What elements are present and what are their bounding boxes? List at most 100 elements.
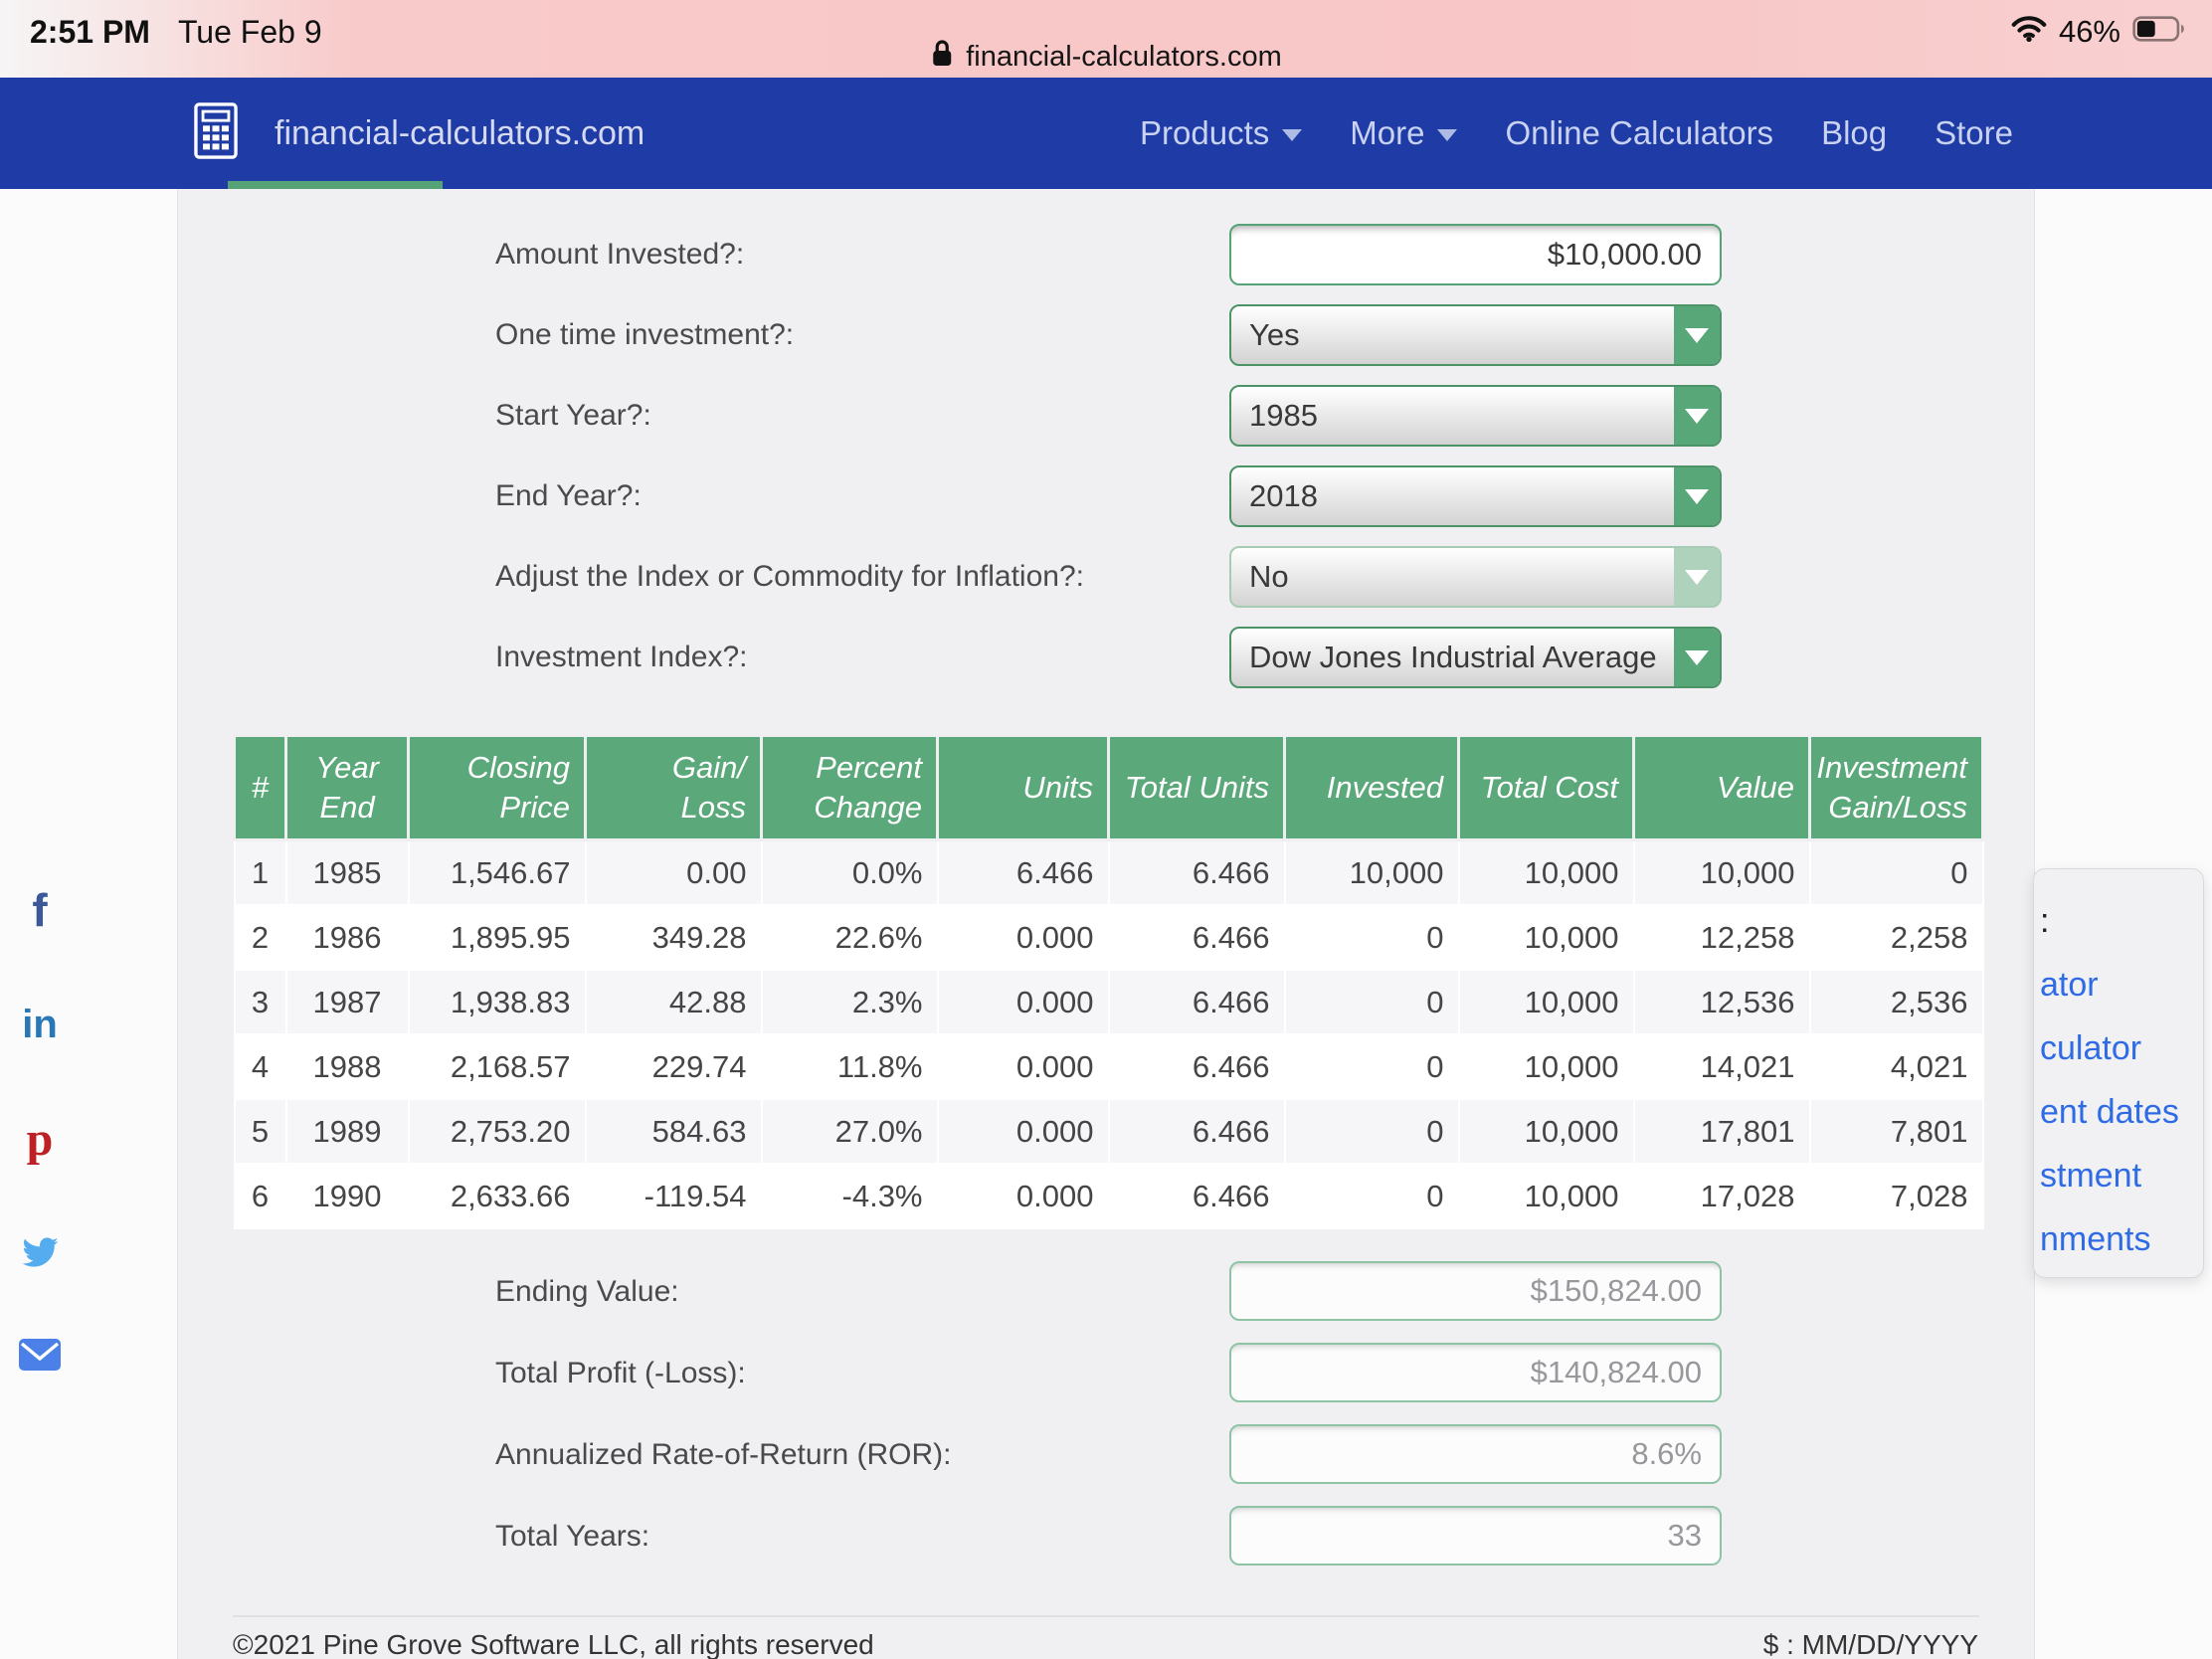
ending-value-output: $150,824.00: [1229, 1261, 1722, 1321]
email-share-icon[interactable]: [14, 1339, 66, 1376]
cell: 229.74: [586, 1034, 762, 1099]
cell: 6.466: [1109, 905, 1285, 970]
start-year-select[interactable]: 1985: [1229, 385, 1722, 447]
active-tab-underline: [228, 181, 443, 189]
nav-online-calculators-label: Online Calculators: [1505, 114, 1773, 152]
cell: 6.466: [1109, 1164, 1285, 1228]
amount-invested-value: $10,000.00: [1548, 237, 1702, 273]
calculator-logo-icon: [194, 102, 238, 164]
one-time-investment-label: One time investment?:: [495, 304, 794, 366]
col-header-investment-gain-loss: Investment Gain/Loss: [1810, 736, 1983, 840]
chevron-down-icon: [1674, 467, 1720, 525]
pinterest-share-icon[interactable]: p: [14, 1112, 66, 1167]
nav-more-label: More: [1350, 114, 1424, 152]
nav-more[interactable]: More: [1350, 114, 1457, 152]
linkedin-share-icon[interactable]: in: [14, 1003, 66, 1047]
cell: 14,021: [1634, 1034, 1810, 1099]
cell: 17,801: [1634, 1099, 1810, 1164]
twitter-share-icon[interactable]: [14, 1233, 66, 1276]
cell: 7,028: [1810, 1164, 1983, 1228]
table-row: 2 1986 1,895.95 349.28 22.6% 0.000 6.466…: [235, 905, 1983, 970]
inflation-adjust-label: Adjust the Index or Commodity for Inflat…: [495, 546, 1084, 608]
cell: 2,633.66: [409, 1164, 586, 1228]
cell: 1,546.67: [409, 840, 586, 906]
cell: 2,753.20: [409, 1099, 586, 1164]
summary-ending-value: Ending Value: $150,824.00: [178, 1261, 2034, 1323]
cell: 1986: [286, 905, 409, 970]
cell: 6.466: [938, 840, 1109, 906]
date-format-text: $ : MM/DD/YYYY: [1763, 1629, 1978, 1659]
nav-store[interactable]: Store: [1935, 114, 2013, 152]
nav-menu: Products More Online Calculators Blog St…: [1140, 114, 2013, 152]
nav-blog[interactable]: Blog: [1821, 114, 1887, 152]
cell: 0.00: [586, 840, 762, 906]
cell: 6.466: [1109, 840, 1285, 906]
annualized-ror-amount: 8.6%: [1631, 1436, 1702, 1472]
panel-link[interactable]: stment: [2034, 1144, 2203, 1207]
col-header-value: Value: [1634, 736, 1810, 840]
cell: 2.3%: [762, 970, 938, 1034]
total-years-amount: 33: [1668, 1518, 1702, 1554]
annualized-ror-label: Annualized Rate-of-Return (ROR):: [495, 1424, 952, 1486]
calculator-panel: Amount Invested?: $10,000.00 One time in…: [177, 189, 2035, 1659]
nav-online-calculators[interactable]: Online Calculators: [1505, 114, 1773, 152]
start-year-label: Start Year?:: [495, 385, 651, 447]
inflation-adjust-value: No: [1231, 559, 1289, 595]
panel-link[interactable]: nments: [2034, 1207, 2203, 1271]
brand[interactable]: financial-calculators.com: [194, 102, 645, 164]
one-time-investment-select[interactable]: Yes: [1229, 304, 1722, 366]
url-text: financial-calculators.com: [966, 41, 1282, 74]
panel-link[interactable]: ent dates: [2034, 1080, 2203, 1144]
facebook-share-icon[interactable]: f: [14, 883, 66, 937]
lock-icon: [930, 38, 954, 76]
form-row-amount: Amount Invested?: $10,000.00: [178, 224, 2034, 285]
amount-invested-input[interactable]: $10,000.00: [1229, 224, 1722, 285]
table-row: 6 1990 2,633.66 -119.54 -4.3% 0.000 6.46…: [235, 1164, 1983, 1228]
url-bar[interactable]: financial-calculators.com: [930, 38, 1282, 76]
cell: 2,168.57: [409, 1034, 586, 1099]
col-header-num: #: [235, 736, 286, 840]
investment-index-select[interactable]: Dow Jones Industrial Average: [1229, 627, 1722, 688]
summary-total-years: Total Years: 33: [178, 1506, 2034, 1567]
investment-index-label: Investment Index?:: [495, 627, 747, 688]
cell: 1988: [286, 1034, 409, 1099]
cell: 1985: [286, 840, 409, 906]
inflation-adjust-select[interactable]: No: [1229, 546, 1722, 608]
table-row: 5 1989 2,753.20 584.63 27.0% 0.000 6.466…: [235, 1099, 1983, 1164]
cell: 4: [235, 1034, 286, 1099]
cell: 1990: [286, 1164, 409, 1228]
nav-products[interactable]: Products: [1140, 114, 1302, 152]
wifi-icon: [2011, 14, 2047, 50]
chevron-down-icon: [1674, 629, 1720, 686]
status-right: 46%: [2011, 10, 2186, 54]
cell: 0: [1285, 905, 1459, 970]
cell: 6: [235, 1164, 286, 1228]
table-row: 1 1985 1,546.67 0.00 0.0% 6.466 6.466 10…: [235, 840, 1983, 906]
cell: 10,000: [1459, 1164, 1634, 1228]
cell: 0.0%: [762, 840, 938, 906]
panel-link[interactable]: ator: [2034, 953, 2203, 1016]
cell: 11.8%: [762, 1034, 938, 1099]
end-year-label: End Year?:: [495, 465, 642, 527]
battery-percent: 46%: [2059, 14, 2120, 50]
one-time-investment-value: Yes: [1231, 317, 1300, 353]
cell: 0.000: [938, 905, 1109, 970]
cell: 0: [1285, 970, 1459, 1034]
amount-invested-label: Amount Invested?:: [495, 224, 744, 285]
cell: 2,536: [1810, 970, 1983, 1034]
footer-divider: [233, 1615, 1979, 1617]
col-header-invested: Invested: [1285, 736, 1459, 840]
nav-store-label: Store: [1935, 114, 2013, 152]
date: Tue Feb 9: [178, 14, 322, 51]
cell: 10,000: [1459, 1099, 1634, 1164]
end-year-select[interactable]: 2018: [1229, 465, 1722, 527]
panel-link[interactable]: culator: [2034, 1016, 2203, 1080]
panel-heading-fragment: :: [2034, 889, 2203, 953]
form-row-end-year: End Year?: 2018: [178, 465, 2034, 527]
copyright-text: ©2021 Pine Grove Software LLC, all right…: [233, 1629, 874, 1659]
annualized-ror-output: 8.6%: [1229, 1424, 1722, 1484]
col-header-total-units: Total Units: [1109, 736, 1285, 840]
total-profit-output: $140,824.00: [1229, 1343, 1722, 1402]
col-header-total-cost: Total Cost: [1459, 736, 1634, 840]
battery-icon: [2132, 14, 2186, 50]
